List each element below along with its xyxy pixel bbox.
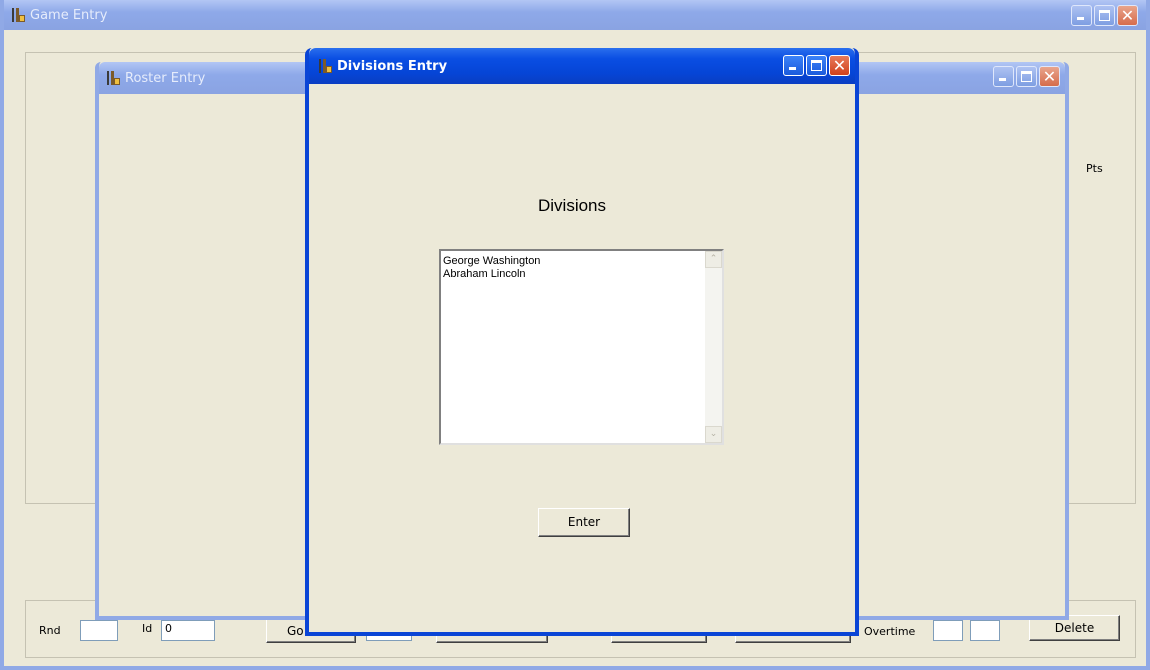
minimize-button[interactable]: [783, 55, 804, 76]
scroll-up-button[interactable]: ⌃: [705, 251, 722, 268]
minimize-icon: [999, 78, 1006, 81]
window-title: Game Entry: [30, 7, 108, 23]
maximize-icon: [811, 60, 822, 71]
maximize-icon: [1021, 71, 1032, 82]
window-controls: ✕: [1071, 5, 1138, 26]
enter-button-label: Enter: [567, 515, 601, 529]
overtime-label: Overtime: [864, 625, 916, 638]
divisions-textarea[interactable]: George Washington Abraham Lincoln ⌃ ⌄: [439, 249, 724, 445]
close-icon: ✕: [832, 56, 847, 75]
pts-label: Pts: [1086, 162, 1103, 175]
rnd-input[interactable]: [80, 620, 118, 641]
close-button[interactable]: ✕: [1039, 66, 1060, 87]
id-label: Id: [142, 622, 153, 635]
close-icon: ✕: [1042, 67, 1057, 86]
overtime-input-1[interactable]: [933, 620, 963, 641]
maximize-button[interactable]: [1094, 5, 1115, 26]
window-title: Roster Entry: [125, 70, 206, 86]
window-controls: ✕: [783, 55, 850, 76]
maximize-button[interactable]: [806, 55, 827, 76]
divisions-list: George Washington Abraham Lincoln: [443, 255, 540, 281]
minimize-button[interactable]: [993, 66, 1014, 87]
id-input[interactable]: 0: [161, 620, 215, 641]
close-icon: ✕: [1120, 6, 1135, 25]
maximize-button[interactable]: [1016, 66, 1037, 87]
divisions-entry-window: Divisions Entry ✕ Divisions George Washi…: [305, 48, 859, 636]
minimize-icon: [1077, 17, 1084, 20]
textarea-scrollbar[interactable]: ⌃ ⌄: [705, 251, 722, 443]
app-icon: [105, 70, 121, 86]
app-icon: [317, 58, 333, 74]
chevron-down-icon: ⌄: [709, 429, 718, 439]
go-button-label: Go: [287, 624, 304, 638]
divisions-entry-titlebar[interactable]: Divisions Entry ✕: [309, 48, 855, 84]
division-item-0: George Washington: [443, 255, 541, 267]
rnd-label: Rnd: [39, 624, 61, 637]
maximize-icon: [1099, 10, 1110, 21]
divisions-heading: Divisions: [538, 196, 607, 215]
app-icon: [10, 7, 26, 23]
window-title: Divisions Entry: [337, 58, 448, 74]
close-button[interactable]: ✕: [1117, 5, 1138, 26]
game-entry-titlebar[interactable]: Game Entry ✕: [4, 0, 1146, 30]
minimize-icon: [789, 67, 796, 70]
enter-button[interactable]: Enter: [538, 508, 630, 537]
delete-button-label: Delete: [1054, 621, 1095, 635]
division-item-1: Abraham Lincoln: [443, 268, 526, 280]
minimize-button[interactable]: [1071, 5, 1092, 26]
close-button[interactable]: ✕: [829, 55, 850, 76]
overtime-input-2[interactable]: [970, 620, 1000, 641]
chevron-up-icon: ⌃: [709, 254, 718, 264]
window-controls: ✕: [993, 66, 1060, 87]
scroll-down-button[interactable]: ⌄: [705, 426, 722, 443]
